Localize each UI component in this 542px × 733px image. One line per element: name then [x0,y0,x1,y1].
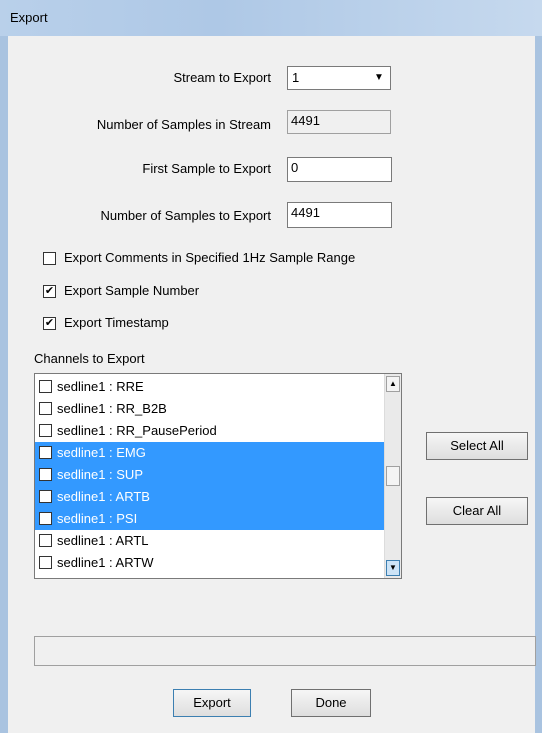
checkbox-checked[interactable]: ✔ [39,468,52,481]
option-label: Export Timestamp [64,315,169,330]
num-samples-export-label: Number of Samples to Export [100,208,271,223]
first-sample-label: First Sample to Export [142,161,271,176]
scroll-thumb[interactable] [386,466,400,486]
option-label: Export Sample Number [64,283,200,298]
list-item[interactable]: sedline1 : ARTW [35,552,387,574]
dialog-body: Stream to Export 1 ▼ Number of Samples i… [8,36,536,733]
channel-label: sedline1 : RR_B2B [57,401,167,416]
list-item[interactable]: ✔ sedline1 : PSI [35,508,387,530]
checkbox[interactable] [43,252,56,265]
channel-label: sedline1 : SUP [57,467,143,482]
select-all-button[interactable]: Select All [426,432,528,460]
num-samples-stream-label: Number of Samples in Stream [96,117,271,132]
channel-label: sedline1 : ARTW [57,555,154,570]
checkbox[interactable] [39,534,52,547]
done-button[interactable]: Done [291,689,371,717]
list-item[interactable]: ✔ sedline1 : ARTB [35,486,387,508]
channel-label: sedline1 : RRE [57,379,144,394]
checkbox-checked[interactable]: ✔ [43,317,56,330]
checkbox-checked[interactable]: ✔ [39,446,52,459]
list-item[interactable]: ✔ sedline1 : EMG [35,442,387,464]
first-sample-field[interactable]: 0 [287,157,392,182]
scroll-down-icon[interactable]: ▼ [386,560,400,576]
channel-label: sedline1 : RR_PausePeriod [57,423,217,438]
stream-label: Stream to Export [173,70,271,85]
channels-label: Channels to Export [34,351,145,366]
list-item[interactable]: sedline1 : ARTL [35,530,387,552]
window-title: Export [10,10,48,25]
title-bar: Export [0,0,542,36]
checkbox[interactable] [39,424,52,437]
chevron-down-icon[interactable]: ▼ [370,69,388,87]
checkbox-checked[interactable]: ✔ [43,285,56,298]
scroll-up-icon[interactable]: ▲ [386,376,400,392]
num-samples-stream-field: 4491 [287,110,391,134]
list-scrollbar[interactable]: ▲ ▼ [384,374,401,578]
stream-value: 1 [292,70,300,85]
channel-label: sedline1 : PSI [57,511,138,526]
channels-list[interactable]: sedline1 : RRE sedline1 : RR_B2B sedline… [34,373,402,579]
option-label: Export Comments in Specified 1Hz Sample … [64,250,356,265]
checkbox[interactable] [39,380,52,393]
channel-label: sedline1 : ARTL [57,533,149,548]
checkbox-checked[interactable]: ✔ [39,490,52,503]
list-item[interactable]: sedline1 : RR_B2B [35,398,387,420]
channel-label: sedline1 : EMG [57,445,146,460]
channel-label: sedline1 : ARTB [57,489,150,504]
num-samples-export-field[interactable]: 4491 [287,202,392,228]
export-dialog: Export Stream to Export 1 ▼ Number of Sa… [0,0,542,733]
clear-all-button[interactable]: Clear All [426,497,528,525]
status-bar [34,636,536,666]
stream-select[interactable]: 1 ▼ [287,66,391,90]
checkbox[interactable] [39,402,52,415]
checkbox[interactable] [39,556,52,569]
list-item[interactable]: ✔ sedline1 : SUP [35,464,387,486]
list-item[interactable]: sedline1 : RRE [35,376,387,398]
checkbox-checked[interactable]: ✔ [39,512,52,525]
export-button[interactable]: Export [173,689,251,717]
list-item[interactable]: sedline1 : RR_PausePeriod [35,420,387,442]
